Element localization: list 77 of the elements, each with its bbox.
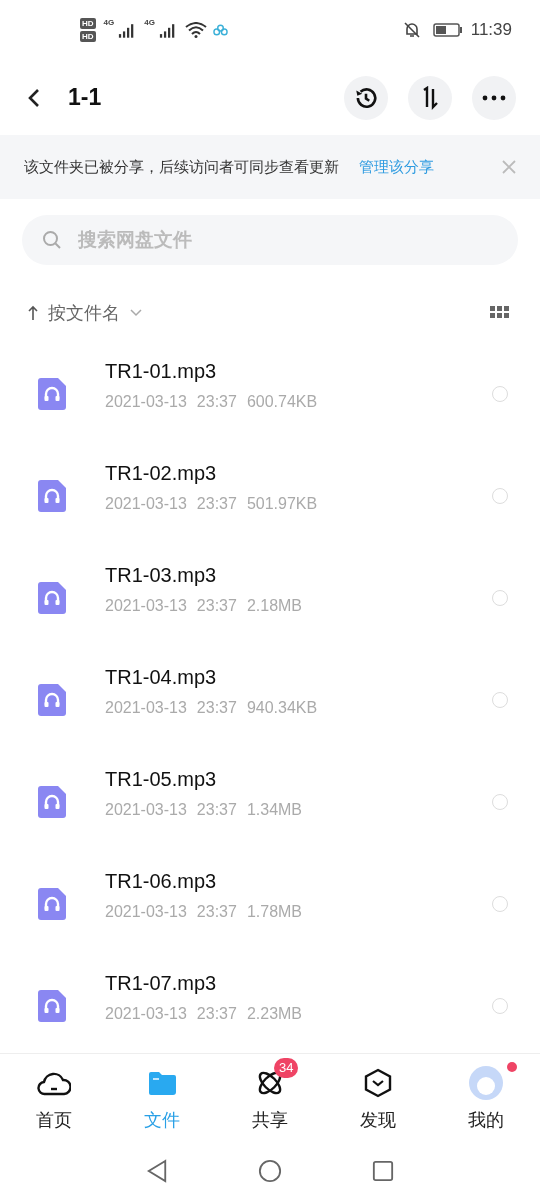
more-icon <box>482 94 506 101</box>
recents-nav-icon[interactable] <box>372 1160 394 1182</box>
network-label: 4G <box>103 18 115 27</box>
tab-item[interactable]: 发现 <box>324 1056 432 1132</box>
file-name: TR1-01.mp3 <box>105 359 218 383</box>
file-time: 23:37 <box>196 698 237 717</box>
app-status-icon <box>212 24 228 36</box>
audio-file-icon <box>38 378 66 410</box>
audio-file-icon <box>38 786 66 818</box>
sort-dropdown[interactable]: 按文件名 <box>28 301 142 325</box>
file-time: 23:37 <box>196 800 237 819</box>
file-row[interactable]: TR1-02.mp3 2021-03-13 23:37 501.97KB <box>0 445 540 547</box>
network-label: 4G <box>144 18 155 27</box>
file-name: TR1-03.mp3 <box>105 563 218 587</box>
chevron-down-icon <box>130 309 142 317</box>
file-time: 23:37 <box>196 392 237 411</box>
file-size: 2.18MB <box>246 596 303 615</box>
file-row[interactable]: TR1-07.mp3 2021-03-13 23:37 2.23MB <box>0 955 540 1057</box>
file-time: 23:37 <box>196 596 237 615</box>
wifi-icon <box>184 22 207 38</box>
audio-file-icon <box>38 480 66 512</box>
file-time: 23:37 <box>196 1004 237 1023</box>
mute-bell-icon <box>402 21 421 39</box>
file-name: TR1-02.mp3 <box>105 461 218 485</box>
file-date: 2021-03-13 <box>105 596 187 615</box>
file-size: 600.74KB <box>246 392 318 411</box>
search-field[interactable]: 搜索网盘文件 <box>22 215 518 265</box>
share-notice: 该文件夹已被分享，后续访问者可同步查看更新 <box>24 157 339 177</box>
file-name: TR1-07.mp3 <box>105 971 218 995</box>
file-date: 2021-03-13 <box>105 698 187 717</box>
grid-icon <box>490 306 510 320</box>
file-name: TR1-04.mp3 <box>105 665 218 689</box>
file-size: 1.34MB <box>246 800 303 819</box>
up-arrow-icon <box>28 305 38 321</box>
sim-label: HD <box>80 18 96 29</box>
file-date: 2021-03-13 <box>105 800 187 819</box>
audio-file-icon <box>38 888 66 920</box>
tab-item[interactable]: 我的 <box>432 1056 540 1132</box>
file-row[interactable]: TR1-06.mp3 2021-03-13 23:37 1.78MB <box>0 853 540 955</box>
more-button[interactable] <box>472 75 516 120</box>
home-nav-icon[interactable] <box>258 1159 282 1183</box>
tab-item[interactable]: 34 共享 <box>216 1056 324 1132</box>
battery-icon <box>432 22 463 38</box>
file-date: 2021-03-13 <box>105 902 187 921</box>
file-date: 2021-03-13 <box>105 392 187 411</box>
chevron-left-icon <box>28 87 40 108</box>
file-size: 1.78MB <box>246 902 303 921</box>
file-time: 23:37 <box>196 494 237 513</box>
audio-file-icon <box>38 990 66 1022</box>
grid-view-button[interactable] <box>490 306 510 320</box>
audio-file-icon <box>38 582 66 614</box>
file-row[interactable]: TR1-04.mp3 2021-03-13 23:37 940.34KB <box>0 649 540 751</box>
sim-label: HD <box>80 31 96 42</box>
file-name: TR1-06.mp3 <box>105 869 218 893</box>
hexagon-icon <box>364 1068 392 1098</box>
avatar-icon <box>469 1066 503 1100</box>
file-name: TR1-05.mp3 <box>105 767 218 791</box>
cloud-icon <box>37 1070 71 1096</box>
file-size: 501.97KB <box>246 494 318 513</box>
history-button[interactable] <box>344 75 388 120</box>
tab-item[interactable]: 首页 <box>0 1056 108 1132</box>
notification-badge: 34 <box>274 1058 299 1078</box>
file-row[interactable]: TR1-05.mp3 2021-03-13 23:37 1.34MB <box>0 751 540 853</box>
file-size: 2.23MB <box>246 1004 303 1023</box>
file-date: 2021-03-13 <box>105 494 187 513</box>
audio-file-icon <box>38 684 66 716</box>
signal-icon <box>158 22 177 38</box>
file-row[interactable]: TR1-03.mp3 2021-03-13 23:37 2.18MB <box>0 547 540 649</box>
folder-title: 1-1 <box>68 84 102 111</box>
file-size: 940.34KB <box>246 698 318 717</box>
file-row[interactable]: TR1-01.mp3 2021-03-13 23:37 600.74KB <box>0 343 540 445</box>
file-date: 2021-03-13 <box>105 1004 187 1023</box>
sort-order-button[interactable] <box>408 75 452 120</box>
status-time: 11:39 <box>470 20 512 40</box>
folder-icon <box>147 1070 177 1096</box>
file-time: 23:37 <box>196 902 237 921</box>
back-nav-icon[interactable] <box>146 1159 168 1183</box>
